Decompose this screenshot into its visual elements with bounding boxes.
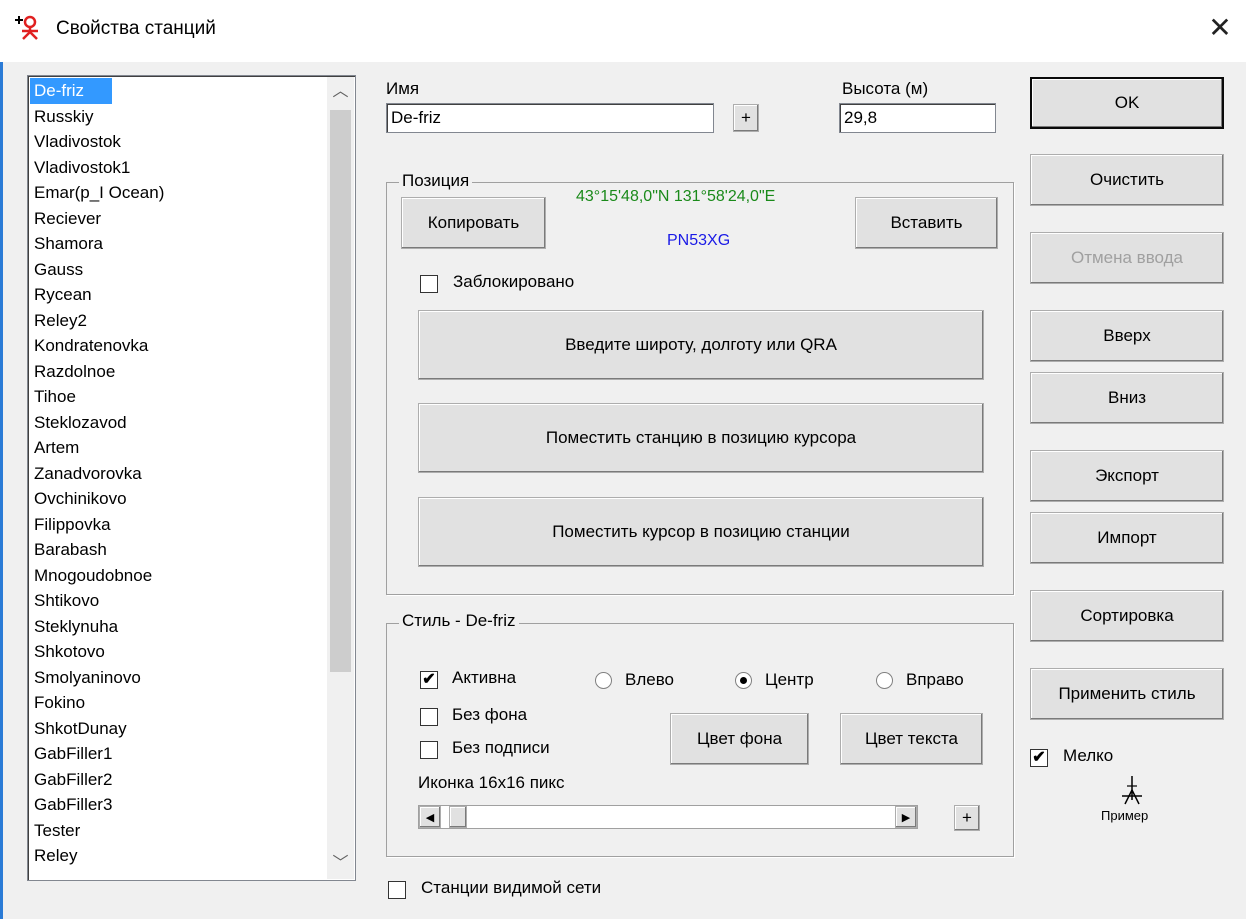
locked-label: Заблокировано: [453, 272, 575, 291]
align-left-label: Влево: [625, 670, 675, 689]
scroll-down-icon[interactable]: ﹀: [327, 849, 354, 879]
sort-button[interactable]: Сортировка: [1030, 590, 1224, 642]
station-list-item[interactable]: Zanadvorovka: [30, 461, 320, 487]
station-list-item[interactable]: Rycean: [30, 282, 320, 308]
station-list-item[interactable]: Shamora: [30, 231, 320, 257]
enter-coordinates-button[interactable]: Введите широту, долготу или QRA: [418, 310, 984, 380]
station-list-item[interactable]: Smolyaninovo: [30, 665, 320, 691]
align-right-label: Вправо: [906, 670, 964, 689]
station-list-item[interactable]: Ovchinikovo: [30, 486, 320, 512]
no-caption-checkbox[interactable]: [420, 741, 438, 759]
position-group-title: Позиция: [399, 171, 473, 191]
clear-button[interactable]: Очистить: [1030, 154, 1224, 206]
station-list-item[interactable]: Reley2: [30, 308, 320, 334]
no-caption-label: Без подписи: [452, 738, 550, 757]
station-list-item[interactable]: Artem: [30, 435, 320, 461]
height-label: Высота (м): [842, 79, 929, 98]
station-list-item[interactable]: Reley: [30, 843, 320, 869]
station-list-item[interactable]: Filippovka: [30, 512, 320, 538]
apply-style-button[interactable]: Применить стиль: [1030, 668, 1224, 720]
slider-thumb[interactable]: [449, 806, 467, 828]
radio-selected-dot: [740, 677, 747, 684]
window-title: Свойства станций: [56, 18, 216, 39]
cursor-to-station-button[interactable]: Поместить курсор в позицию станции: [418, 497, 984, 567]
align-center-radio[interactable]: [735, 672, 752, 689]
station-list-items: De-friz Russkiy Vladivostok Vladivostok1 Ema…: [30, 78, 320, 869]
station-list-item[interactable]: Tester: [30, 818, 320, 844]
station-list-item[interactable]: Barabash: [30, 537, 320, 563]
station-list-item[interactable]: Russkiy: [30, 104, 320, 130]
align-right-radio[interactable]: [876, 672, 893, 689]
station-list-item[interactable]: Vladivostok: [30, 129, 320, 155]
copy-button[interactable]: Копировать: [401, 197, 546, 249]
close-icon[interactable]: ✕: [1204, 12, 1236, 44]
station-list-item[interactable]: Shkotovo: [30, 639, 320, 665]
station-list-item[interactable]: Steklynuha: [30, 614, 320, 640]
slider-left-arrow-icon[interactable]: ◀: [419, 806, 441, 828]
station-list-item[interactable]: Kondratenovka: [30, 333, 320, 359]
station-list-item[interactable]: Razdolnoe: [30, 359, 320, 385]
style-group-title: Стиль - De-friz: [399, 611, 519, 631]
locked-checkbox[interactable]: [420, 275, 438, 293]
station-list-item[interactable]: Mnogoudobnoe: [30, 563, 320, 589]
window-accent-border: [0, 62, 3, 919]
import-button[interactable]: Импорт: [1030, 512, 1224, 564]
station-list-scrollbar[interactable]: ︿ ﹀: [327, 77, 354, 879]
move-down-button[interactable]: Вниз: [1030, 372, 1224, 424]
active-label: Активна: [452, 668, 517, 687]
station-preview-icon: [1122, 776, 1142, 805]
station-list-item[interactable]: De-friz: [30, 78, 112, 104]
station-app-icon: [15, 15, 38, 40]
move-up-button[interactable]: Вверх: [1030, 310, 1224, 362]
icon-size-label: Иконка 16x16 пикс: [418, 773, 565, 792]
name-label: Имя: [386, 79, 420, 98]
scroll-thumb[interactable]: [330, 110, 351, 672]
paste-button[interactable]: Вставить: [855, 197, 998, 249]
icon-plus-button[interactable]: +: [954, 805, 980, 831]
text-color-button[interactable]: Цвет текста: [840, 713, 983, 765]
background-color-button[interactable]: Цвет фона: [670, 713, 809, 765]
no-background-checkbox[interactable]: [420, 708, 438, 726]
station-list-item[interactable]: Fokino: [30, 690, 320, 716]
station-list-item[interactable]: Vladivostok1: [30, 155, 320, 181]
ok-button[interactable]: OK: [1030, 77, 1224, 129]
preview-label: Пример: [1101, 808, 1149, 823]
height-input[interactable]: 29,8: [839, 103, 996, 133]
station-list-item[interactable]: Tihoe: [30, 384, 320, 410]
scroll-up-icon[interactable]: ︿: [327, 77, 354, 107]
station-list-item[interactable]: Reciever: [30, 206, 320, 232]
station-list-item[interactable]: Emar(p_I Ocean): [30, 180, 320, 206]
station-to-cursor-button[interactable]: Поместить станцию в позицию курсора: [418, 403, 984, 473]
name-input[interactable]: De-friz: [386, 103, 714, 133]
visible-network-checkbox[interactable]: [388, 881, 406, 899]
export-button[interactable]: Экспорт: [1030, 450, 1224, 502]
no-background-label: Без фона: [452, 705, 528, 724]
station-list-item[interactable]: GabFiller2: [30, 767, 320, 793]
align-left-radio[interactable]: [595, 672, 612, 689]
coordinates-text: 43°15'48,0"N 131°58'24,0"E: [576, 188, 776, 205]
qra-locator-text: PN53XG: [667, 232, 731, 249]
small-checkbox[interactable]: ✔: [1030, 749, 1048, 767]
align-center-label: Центр: [765, 670, 814, 689]
undo-button[interactable]: Отмена ввода: [1030, 232, 1224, 284]
station-list-item[interactable]: Gauss: [30, 257, 320, 283]
station-list-item[interactable]: GabFiller3: [30, 792, 320, 818]
station-list-item[interactable]: ShkotDunay: [30, 716, 320, 742]
station-list[interactable]: De-friz Russkiy Vladivostok Vladivostok1 Ema…: [27, 75, 356, 881]
slider-right-arrow-icon[interactable]: ▶: [895, 806, 917, 828]
icon-slider[interactable]: ◀ ▶: [418, 805, 918, 829]
name-plus-button[interactable]: +: [733, 104, 759, 132]
active-checkbox[interactable]: ✔: [420, 671, 438, 689]
small-label: Мелко: [1063, 746, 1114, 765]
station-list-item[interactable]: GabFiller1: [30, 741, 320, 767]
visible-network-label: Станции видимой сети: [421, 878, 602, 897]
station-list-item[interactable]: Shtikovo: [30, 588, 320, 614]
station-list-item[interactable]: Steklozavod: [30, 410, 320, 436]
